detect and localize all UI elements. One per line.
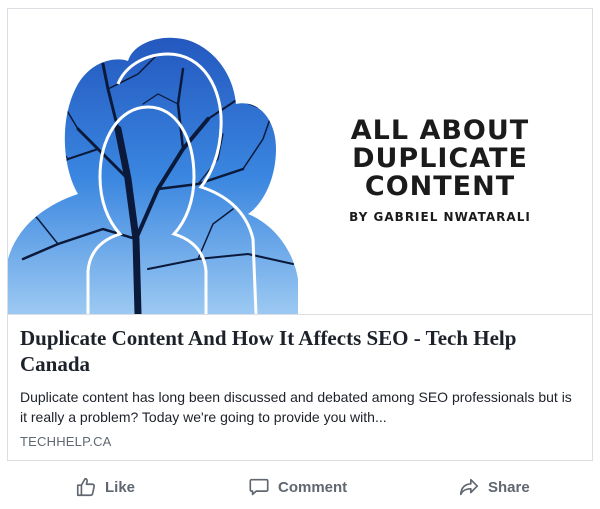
link-meta[interactable]: Duplicate Content And How It Affects SEO… xyxy=(20,325,582,449)
image-headline: ALL ABOUT DUPLICATE CONTENT xyxy=(350,115,530,202)
link-preview-image[interactable]: ALL ABOUT DUPLICATE CONTENT BY GABRIEL N… xyxy=(8,9,592,314)
share-button[interactable]: Share xyxy=(458,469,530,505)
comment-icon xyxy=(249,478,269,496)
post-actions-bar: Like Comment Share xyxy=(0,469,600,505)
card-divider xyxy=(8,314,592,315)
link-description: Duplicate content has long been discusse… xyxy=(20,389,572,425)
like-button[interactable]: Like xyxy=(75,469,135,505)
like-label: Like xyxy=(105,478,136,496)
share-arrow-icon xyxy=(459,478,479,496)
image-headline-group: ALL ABOUT DUPLICATE CONTENT BY GABRIEL N… xyxy=(320,115,560,225)
share-label: Share xyxy=(488,478,530,496)
thumbs-up-icon xyxy=(76,477,96,497)
link-preview-card[interactable]: ALL ABOUT DUPLICATE CONTENT BY GABRIEL N… xyxy=(7,8,593,461)
link-title[interactable]: Duplicate Content And How It Affects SEO… xyxy=(20,325,582,377)
link-domain: TECHHELP.CA xyxy=(20,434,112,449)
comment-label: Comment xyxy=(278,478,348,496)
comment-button[interactable]: Comment xyxy=(248,469,347,505)
image-byline: BY GABRIEL NWATARALI xyxy=(349,210,531,224)
